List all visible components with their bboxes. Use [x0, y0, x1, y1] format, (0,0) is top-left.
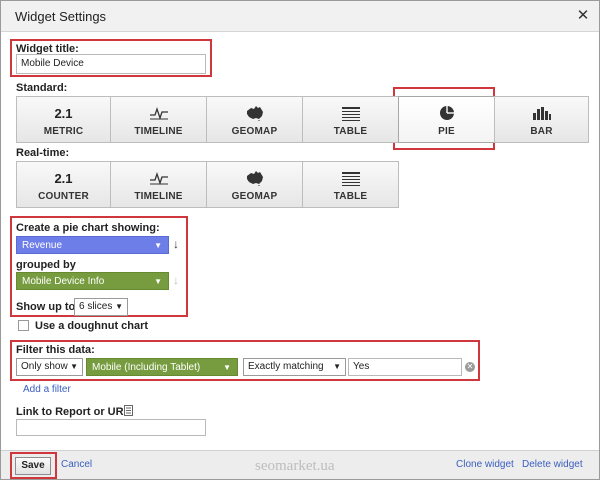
add-filter-link[interactable]: Add a filter: [23, 384, 71, 395]
standard-geomap-button[interactable]: GEOMAP: [206, 96, 303, 143]
link-report-label: Link to Report or URL:: [16, 406, 134, 418]
watermark: seomarket.ua: [255, 458, 335, 474]
cancel-link[interactable]: Cancel: [61, 459, 92, 470]
save-button[interactable]: Save: [15, 457, 51, 475]
realtime-geomap-label: GEOMAP: [231, 191, 278, 202]
standard-geomap-label: GEOMAP: [231, 126, 278, 137]
widget-title-input[interactable]: Mobile Device: [16, 54, 206, 74]
standard-metric-button[interactable]: 2.1 METRIC: [16, 96, 111, 143]
standard-bar-label: BAR: [530, 126, 553, 137]
counter-icon: 2.1: [54, 170, 73, 186]
table-icon: [341, 106, 360, 121]
widget-settings-dialog: Widget Settings ✕ Widget title: Mobile D…: [0, 0, 600, 480]
pie-showing-label: Create a pie chart showing:: [16, 222, 160, 234]
realtime-counter-button[interactable]: 2.1 COUNTER: [16, 161, 111, 208]
metric-icon: 2.1: [54, 105, 73, 121]
standard-label: Standard:: [16, 82, 68, 94]
filter-dimension-dropdown[interactable]: Mobile (Including Tablet) ▼: [86, 358, 238, 376]
caret-down-icon: ▼: [223, 363, 231, 372]
filter-mode-value: Only show: [21, 361, 68, 372]
clear-filter-icon[interactable]: ✕: [465, 362, 475, 372]
filter-mode-select[interactable]: Only show ▼: [16, 358, 83, 376]
doughnut-label: Use a doughnut chart: [35, 320, 149, 332]
realtime-table-label: TABLE: [333, 191, 368, 202]
standard-table-button[interactable]: TABLE: [302, 96, 399, 143]
realtime-button-row: 2.1 COUNTER TIMELINE GEOMAP TABLE: [16, 161, 399, 208]
standard-metric-label: METRIC: [43, 126, 84, 137]
caret-down-icon: ▼: [333, 362, 341, 371]
grouped-by-label: grouped by: [16, 259, 76, 271]
filter-value-input[interactable]: Yes: [348, 358, 462, 376]
document-icon: [124, 405, 133, 416]
filter-dimension-value: Mobile (Including Tablet): [92, 362, 201, 373]
dimension-dropdown[interactable]: Mobile Device Info ▼: [16, 272, 169, 290]
metric-dropdown-value: Revenue: [22, 240, 63, 251]
realtime-timeline-button[interactable]: TIMELINE: [110, 161, 207, 208]
standard-timeline-label: TIMELINE: [134, 126, 183, 137]
clone-widget-link[interactable]: Clone widget: [456, 459, 514, 470]
link-report-input[interactable]: [16, 419, 206, 436]
standard-pie-label: PIE: [438, 126, 455, 137]
slices-select-value: 6 slices: [79, 301, 113, 312]
timeline-icon: [149, 106, 168, 120]
doughnut-checkbox[interactable]: [18, 320, 29, 331]
dialog-titlebar: Widget Settings ✕: [1, 1, 599, 32]
geomap-icon: [246, 170, 263, 186]
realtime-counter-label: COUNTER: [38, 191, 89, 202]
arrow-down-icon: ↓: [173, 237, 179, 251]
standard-timeline-button[interactable]: TIMELINE: [110, 96, 207, 143]
show-up-to-label: Show up to: [16, 301, 76, 313]
standard-button-row: 2.1 METRIC TIMELINE GEOMAP TABLE PIE BAR: [16, 96, 589, 143]
filter-match-value: Exactly matching: [248, 361, 324, 372]
timeline-icon: [149, 171, 168, 185]
realtime-geomap-button[interactable]: GEOMAP: [206, 161, 303, 208]
realtime-table-button[interactable]: TABLE: [302, 161, 399, 208]
dialog-title: Widget Settings: [15, 9, 107, 24]
caret-down-icon: ▼: [154, 241, 162, 250]
caret-down-icon: ▼: [154, 277, 162, 286]
slices-select[interactable]: 6 slices ▼: [74, 298, 128, 316]
delete-widget-link[interactable]: Delete widget: [522, 459, 583, 470]
filter-label: Filter this data:: [16, 344, 95, 356]
metric-dropdown[interactable]: Revenue ▼: [16, 236, 169, 254]
standard-table-label: TABLE: [333, 126, 368, 137]
caret-down-icon: ▼: [115, 302, 123, 311]
standard-bar-button[interactable]: BAR: [494, 96, 589, 143]
dimension-dropdown-value: Mobile Device Info: [22, 276, 105, 287]
close-icon[interactable]: ✕: [573, 6, 593, 26]
standard-pie-button[interactable]: PIE: [398, 96, 495, 143]
geomap-icon: [246, 105, 263, 121]
pie-icon: [439, 106, 454, 120]
bar-icon: [532, 106, 551, 120]
realtime-label: Real-time:: [16, 147, 70, 159]
caret-down-icon: ▼: [70, 362, 78, 371]
table-icon: [341, 171, 360, 186]
filter-match-select[interactable]: Exactly matching ▼: [243, 358, 346, 376]
realtime-timeline-label: TIMELINE: [134, 191, 183, 202]
arrow-down-icon: ↓: [173, 273, 179, 287]
